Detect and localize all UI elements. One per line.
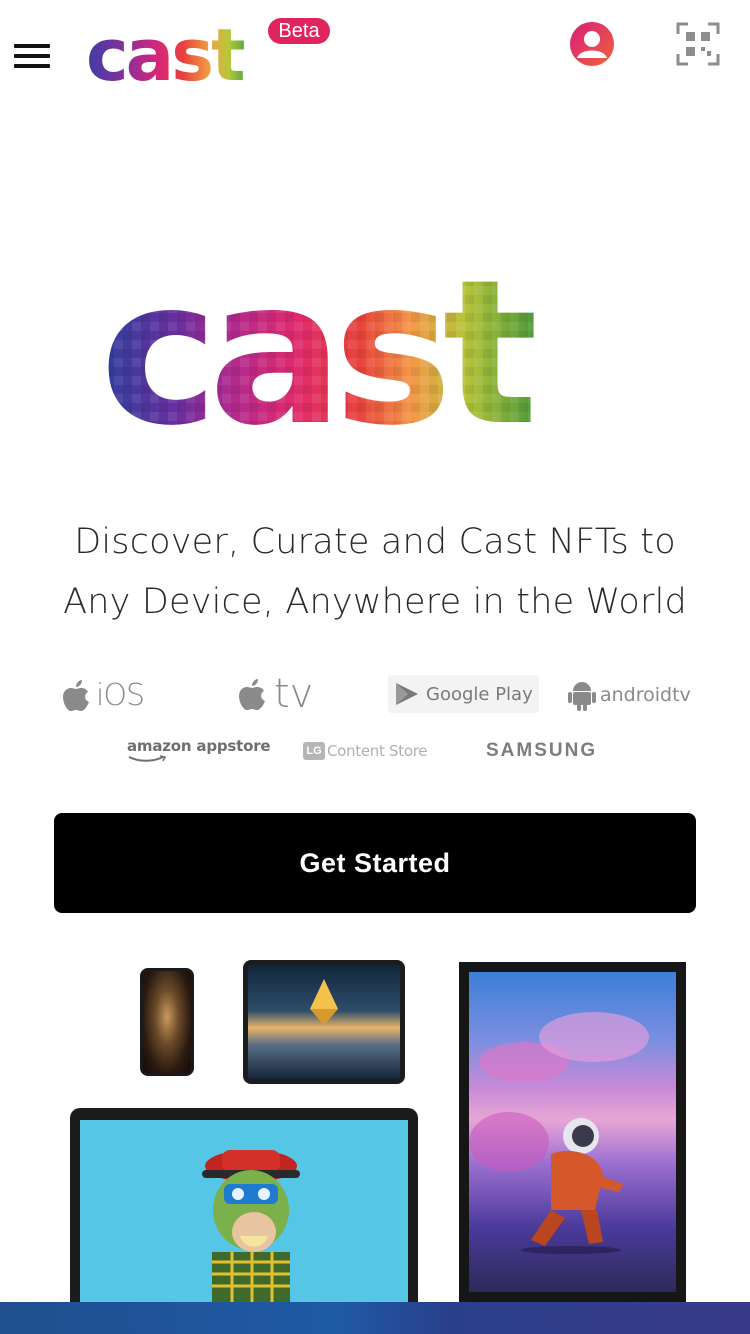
laptop-device-image bbox=[70, 1108, 418, 1302]
top-bar: cast Beta bbox=[0, 0, 750, 110]
tablet-device-image bbox=[243, 960, 405, 1084]
platform-google-play-label: Google Play bbox=[426, 683, 533, 705]
platform-samsung-label: SAMSUNG bbox=[486, 740, 598, 761]
platform-android-tv-label: androidtv bbox=[600, 684, 691, 706]
ape-nft-artwork bbox=[202, 1150, 300, 1302]
platform-samsung: SAMSUNG bbox=[486, 737, 597, 765]
platform-lg-content-store: LG Content Store bbox=[303, 737, 427, 765]
platform-ios: iOS bbox=[62, 675, 145, 715]
svg-text:cast: cast bbox=[100, 250, 535, 440]
platform-amazon-label: amazon appstore bbox=[127, 737, 271, 755]
platform-google-play: Google Play bbox=[388, 675, 539, 713]
hero-headline: Discover, Curate and Cast NFTs to Any De… bbox=[20, 512, 730, 632]
devices-illustration bbox=[0, 940, 750, 1302]
qr-scan-icon[interactable] bbox=[674, 20, 722, 68]
logo-text: cast bbox=[86, 14, 244, 90]
platform-android-tv: androidtv bbox=[568, 677, 691, 713]
beta-badge: Beta bbox=[268, 18, 330, 44]
lg-logo-icon: LG bbox=[303, 742, 325, 760]
headline-line-2: Any Device, Anywhere in the World bbox=[63, 582, 687, 622]
bottom-banner bbox=[0, 1302, 750, 1334]
astronaut-nft-artwork bbox=[521, 1118, 623, 1254]
platform-amazon-appstore: amazon appstore bbox=[127, 737, 271, 765]
user-profile-icon[interactable] bbox=[568, 20, 616, 68]
phone-device-image bbox=[140, 968, 194, 1076]
amazon-smile-icon bbox=[128, 755, 167, 762]
platform-apple-tv-label: tv bbox=[274, 671, 314, 717]
platform-lg-label: Content Store bbox=[327, 742, 428, 760]
apple-icon bbox=[63, 680, 89, 711]
platform-apple-tv: tv bbox=[238, 671, 313, 717]
cast-hero-logo: cast cast bbox=[100, 250, 545, 440]
get-started-button[interactable]: Get Started bbox=[54, 813, 696, 913]
hamburger-menu-icon[interactable] bbox=[10, 38, 54, 74]
google-play-icon bbox=[396, 683, 418, 705]
supported-platforms: iOS tv Google Play androidtv amazon apps… bbox=[0, 665, 750, 775]
portrait-display-image bbox=[459, 962, 686, 1302]
android-icon bbox=[568, 682, 596, 711]
apple-icon bbox=[239, 679, 265, 710]
headline-line-1: Discover, Curate and Cast NFTs to bbox=[74, 522, 676, 562]
platform-ios-label: iOS bbox=[96, 677, 145, 713]
